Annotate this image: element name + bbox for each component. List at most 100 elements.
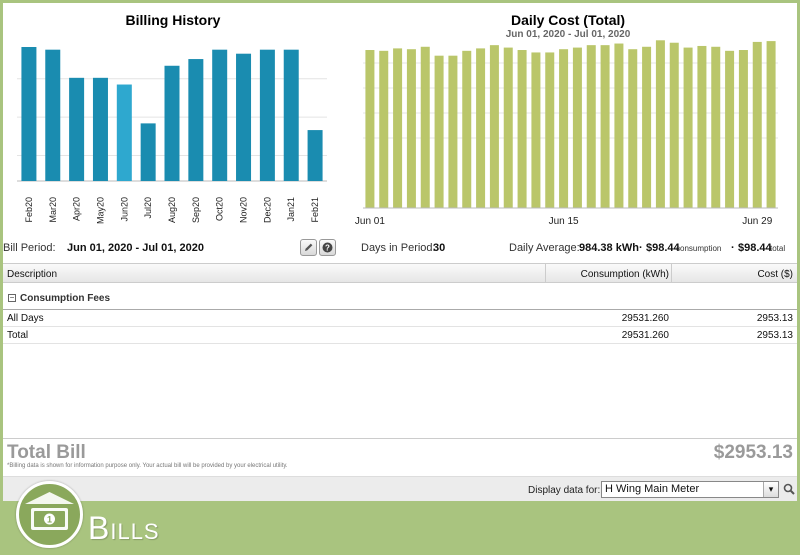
days-in-period-value: 30 xyxy=(433,242,446,254)
row-consumption: 29531.260 xyxy=(621,313,669,324)
row-cost: 2953.13 xyxy=(756,330,793,341)
daily-cost-bar[interactable] xyxy=(434,55,444,209)
meter-select-value: H Wing Main Meter xyxy=(605,483,700,495)
daily-cost-bar[interactable] xyxy=(766,41,776,208)
daily-cost-chart: Jun 01 Jun 15 Jun 29 xyxy=(355,40,778,227)
daily-average-sep-2: · xyxy=(731,242,735,254)
daily-cost-bar[interactable] xyxy=(503,47,513,209)
help-icon: ? xyxy=(322,242,333,253)
daily-cost-bar[interactable] xyxy=(462,50,472,209)
billing-tick-label: Jul20 xyxy=(143,197,153,219)
daily-cost-bar[interactable] xyxy=(711,46,721,208)
daily-cost-bar[interactable] xyxy=(393,48,403,208)
daily-average-sep-1: · xyxy=(639,242,643,254)
daily-cost-bar[interactable] xyxy=(406,49,416,208)
daily-average-kwh: 984.38 kWh xyxy=(579,242,639,254)
pencil-icon xyxy=(305,243,313,251)
total-bill-value: $2953.13 xyxy=(713,442,793,463)
billing-tick-label: Feb20 xyxy=(24,197,34,223)
daily-cost-bar[interactable] xyxy=(448,55,458,209)
bill-panel: Billing History Feb20 Mar20 Apr20 May20 Jun2… xyxy=(3,3,797,501)
daily-cost-bar[interactable] xyxy=(420,46,430,208)
total-bill-label: Total Bill xyxy=(7,442,86,463)
daily-cost-bar[interactable] xyxy=(379,50,389,209)
column-separator xyxy=(545,264,546,283)
daily-cost-bar[interactable] xyxy=(572,47,582,209)
collapse-icon[interactable]: − xyxy=(8,294,16,302)
display-data-label: Display data for: xyxy=(528,485,601,496)
svg-text:?: ? xyxy=(325,244,330,253)
consumption-fees-group[interactable]: − Consumption Fees xyxy=(3,288,797,310)
daily-cost-bar[interactable] xyxy=(531,52,541,208)
display-data-bar: Display data for: H Wing Main Meter ▾ xyxy=(3,476,797,501)
billing-tick-label: Oct20 xyxy=(215,197,225,221)
billing-tick-label: Aug20 xyxy=(167,197,177,223)
billing-bar[interactable] xyxy=(69,77,85,181)
billing-bar[interactable] xyxy=(307,130,323,181)
row-consumption: 29531.260 xyxy=(621,330,669,341)
billing-tick-label: Feb21 xyxy=(310,197,320,223)
daily-cost-bar[interactable] xyxy=(600,45,610,209)
billing-bar[interactable] xyxy=(236,53,252,182)
chevron-down-icon[interactable]: ▾ xyxy=(763,482,778,497)
billing-bar[interactable] xyxy=(283,49,299,182)
bills-title: Bills xyxy=(88,510,160,546)
header-description[interactable]: Description xyxy=(7,269,57,280)
billing-bar[interactable] xyxy=(21,47,37,181)
billing-bar[interactable] xyxy=(45,49,61,182)
daily-cost-bar[interactable] xyxy=(489,45,499,209)
daily-average-consumption-label: consumption xyxy=(676,244,722,253)
help-button[interactable]: ? xyxy=(319,239,336,256)
daily-cost-bar[interactable] xyxy=(642,46,652,208)
search-icon[interactable] xyxy=(783,483,795,495)
billing-bar[interactable] xyxy=(212,49,228,182)
billing-bar[interactable] xyxy=(259,49,275,182)
daily-tick-label: Jun 29 xyxy=(742,216,772,227)
header-cost[interactable]: Cost ($) xyxy=(757,269,793,280)
billing-bar[interactable] xyxy=(164,65,180,181)
billing-tick-label: Mar20 xyxy=(48,197,58,223)
header-consumption[interactable]: Consumption (kWh) xyxy=(581,269,669,280)
daily-cost-bar[interactable] xyxy=(586,45,596,209)
daily-cost-bar[interactable] xyxy=(614,43,624,208)
group-label: Consumption Fees xyxy=(20,293,111,304)
days-in-period-label: Days in Period: xyxy=(361,242,436,254)
daily-average-consumption-cost: $98.44 xyxy=(646,242,680,254)
billing-tick-label: Apr20 xyxy=(72,197,82,221)
billing-history-chart: Feb20 Mar20 Apr20 May20 Jun20 Jul20 Aug20 Sep20… xyxy=(17,47,327,224)
daily-cost-bar[interactable] xyxy=(476,48,486,208)
daily-cost-bar[interactable] xyxy=(697,45,707,208)
billing-bar[interactable] xyxy=(188,59,204,182)
svg-text:1: 1 xyxy=(47,515,52,525)
meter-select[interactable]: H Wing Main Meter ▾ xyxy=(601,481,779,498)
billing-bar[interactable] xyxy=(140,123,156,181)
row-cost: 2953.13 xyxy=(756,313,793,324)
daily-cost-bar[interactable] xyxy=(365,50,375,209)
billing-bar[interactable] xyxy=(116,84,132,181)
daily-cost-bar[interactable] xyxy=(669,42,679,208)
daily-tick-label: Jun 15 xyxy=(549,216,579,227)
edit-button[interactable] xyxy=(300,239,317,256)
daily-cost-bar[interactable] xyxy=(752,41,762,209)
daily-average-label: Daily Average: xyxy=(509,242,580,254)
daily-cost-bar[interactable] xyxy=(683,47,693,209)
bills-logo: 1 xyxy=(16,481,83,548)
total-bill-area: Total Bill $2953.13 *Billing data is sho… xyxy=(3,438,797,476)
billing-bar[interactable] xyxy=(92,77,108,181)
daily-cost-bar[interactable] xyxy=(738,50,748,209)
billing-tick-label: May20 xyxy=(95,197,105,224)
daily-cost-bar[interactable] xyxy=(725,50,735,209)
bill-period-row: Bill Period: Jun 01, 2020 - Jul 01, 2020… xyxy=(3,242,797,258)
daily-cost-bar[interactable] xyxy=(517,50,527,209)
table-row: Total 29531.260 2953.13 xyxy=(3,327,797,344)
table-header: Description Consumption (kWh) Cost ($) xyxy=(3,263,797,283)
daily-cost-bar[interactable] xyxy=(628,49,638,208)
daily-cost-bar[interactable] xyxy=(655,40,665,208)
daily-cost-bar[interactable] xyxy=(545,52,555,208)
billing-tick-label: Jun20 xyxy=(119,197,129,222)
column-separator xyxy=(671,264,672,283)
daily-average-total-cost: $98.44 xyxy=(738,242,772,254)
billing-tick-label: Sep20 xyxy=(191,197,201,223)
bill-period-label: Bill Period: xyxy=(3,242,56,254)
daily-cost-bar[interactable] xyxy=(559,49,569,208)
